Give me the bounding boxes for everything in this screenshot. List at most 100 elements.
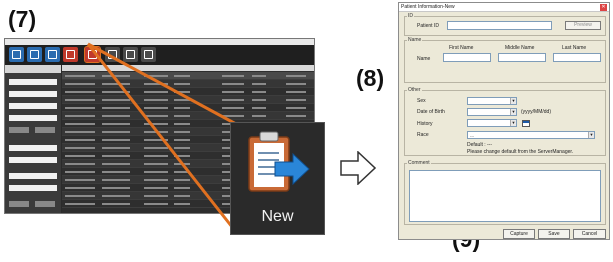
table-cell bbox=[174, 99, 190, 101]
race-select[interactable]: --- ▼ bbox=[467, 131, 595, 139]
table-cell bbox=[144, 171, 168, 173]
table-cell bbox=[174, 163, 190, 165]
table-cell bbox=[65, 187, 95, 189]
table-cell bbox=[144, 123, 168, 125]
table-cell bbox=[286, 115, 306, 117]
edit-button[interactable] bbox=[27, 47, 42, 62]
table-cell bbox=[102, 115, 130, 117]
table-row[interactable] bbox=[62, 88, 314, 96]
date-field[interactable] bbox=[9, 185, 57, 191]
history-select[interactable]: ▼ bbox=[467, 119, 517, 127]
search-field[interactable] bbox=[9, 91, 57, 97]
table-cell bbox=[102, 203, 130, 205]
search-field[interactable] bbox=[9, 115, 57, 121]
print-button[interactable] bbox=[123, 47, 138, 62]
table-cell bbox=[65, 179, 95, 181]
table-cell bbox=[144, 195, 168, 197]
table-cell bbox=[102, 75, 130, 77]
date-field[interactable] bbox=[9, 157, 57, 163]
table-cell bbox=[144, 139, 168, 141]
step-label-8: (8) bbox=[356, 65, 385, 91]
sex-select[interactable]: ▼ bbox=[467, 97, 517, 105]
dob-picker[interactable]: ▼ bbox=[467, 108, 517, 116]
grid-header bbox=[62, 65, 314, 71]
table-cell bbox=[144, 155, 168, 157]
table-cell bbox=[65, 139, 95, 141]
table-cell bbox=[174, 155, 190, 157]
last-name-input[interactable] bbox=[553, 53, 601, 62]
table-cell bbox=[144, 115, 168, 117]
table-row[interactable] bbox=[62, 112, 314, 120]
preview-button[interactable]: Preview bbox=[565, 21, 601, 30]
comment-textarea[interactable] bbox=[409, 170, 601, 222]
sidebar-button[interactable] bbox=[9, 127, 29, 133]
close-icon[interactable]: ✕ bbox=[600, 4, 607, 11]
table-cell bbox=[252, 75, 266, 77]
table-cell bbox=[286, 107, 306, 109]
table-cell bbox=[65, 131, 95, 133]
table-cell bbox=[102, 171, 130, 173]
other-group: Other Sex ▼ Date of Birth ▼ (yyyy/MM/dd)… bbox=[404, 87, 606, 156]
search-button[interactable] bbox=[9, 201, 29, 207]
search-sidebar bbox=[5, 73, 61, 213]
table-cell bbox=[65, 147, 95, 149]
table-cell bbox=[144, 203, 168, 205]
date-field[interactable] bbox=[9, 145, 57, 151]
table-row[interactable] bbox=[62, 96, 314, 104]
table-cell bbox=[144, 99, 168, 101]
table-cell bbox=[102, 195, 130, 197]
chevron-down-icon: ▼ bbox=[510, 120, 516, 126]
table-cell bbox=[144, 83, 168, 85]
chevron-down-icon: ▼ bbox=[510, 109, 516, 115]
first-name-input[interactable] bbox=[443, 53, 491, 62]
comment-group-title: Comment bbox=[407, 160, 431, 166]
calendar-icon[interactable] bbox=[522, 120, 530, 127]
search-field[interactable] bbox=[9, 79, 57, 85]
table-cell bbox=[102, 187, 130, 189]
list-button[interactable] bbox=[9, 47, 24, 62]
table-cell bbox=[144, 75, 168, 77]
save-button[interactable]: Save bbox=[538, 229, 570, 239]
filter-tabs[interactable] bbox=[5, 65, 61, 73]
zoomed-new-button[interactable]: New bbox=[230, 122, 325, 235]
table-cell bbox=[144, 147, 168, 149]
table-cell bbox=[174, 139, 190, 141]
table-cell bbox=[65, 195, 95, 197]
table-cell bbox=[222, 99, 244, 101]
table-row[interactable] bbox=[62, 72, 314, 80]
chevron-down-icon: ▼ bbox=[510, 98, 516, 104]
table-cell bbox=[102, 147, 130, 149]
new-patient-icon bbox=[88, 50, 97, 59]
cancel-button[interactable]: Cancel bbox=[573, 229, 606, 239]
table-row[interactable] bbox=[62, 104, 314, 112]
name-group-title: Name bbox=[407, 37, 423, 43]
table-cell bbox=[144, 91, 168, 93]
search-button[interactable] bbox=[105, 47, 120, 62]
other-group-title: Other bbox=[407, 87, 422, 93]
clear-button[interactable] bbox=[35, 201, 55, 207]
table-cell bbox=[144, 163, 168, 165]
table-cell bbox=[286, 83, 306, 85]
patient-id-label: Patient ID bbox=[417, 23, 439, 29]
sidebar-button[interactable] bbox=[35, 127, 55, 133]
table-cell bbox=[252, 99, 266, 101]
chevron-down-icon: ▼ bbox=[588, 132, 594, 138]
middle-name-input[interactable] bbox=[498, 53, 546, 62]
search-field[interactable] bbox=[9, 103, 57, 109]
delete-icon bbox=[66, 50, 75, 59]
settings-icon bbox=[144, 50, 153, 59]
patient-id-input[interactable] bbox=[447, 21, 552, 30]
delete-button[interactable] bbox=[63, 47, 78, 62]
last-name-header: Last Name bbox=[562, 45, 587, 51]
table-row[interactable] bbox=[62, 80, 314, 88]
new-patient-button[interactable] bbox=[84, 46, 101, 63]
capture-button[interactable]: Capture bbox=[503, 229, 535, 239]
table-cell bbox=[65, 171, 95, 173]
table-cell bbox=[252, 107, 266, 109]
table-cell bbox=[174, 123, 190, 125]
date-field[interactable] bbox=[9, 173, 57, 179]
table-cell bbox=[102, 123, 130, 125]
table-cell bbox=[222, 83, 244, 85]
import-button[interactable] bbox=[45, 47, 60, 62]
settings-button[interactable] bbox=[141, 47, 156, 62]
